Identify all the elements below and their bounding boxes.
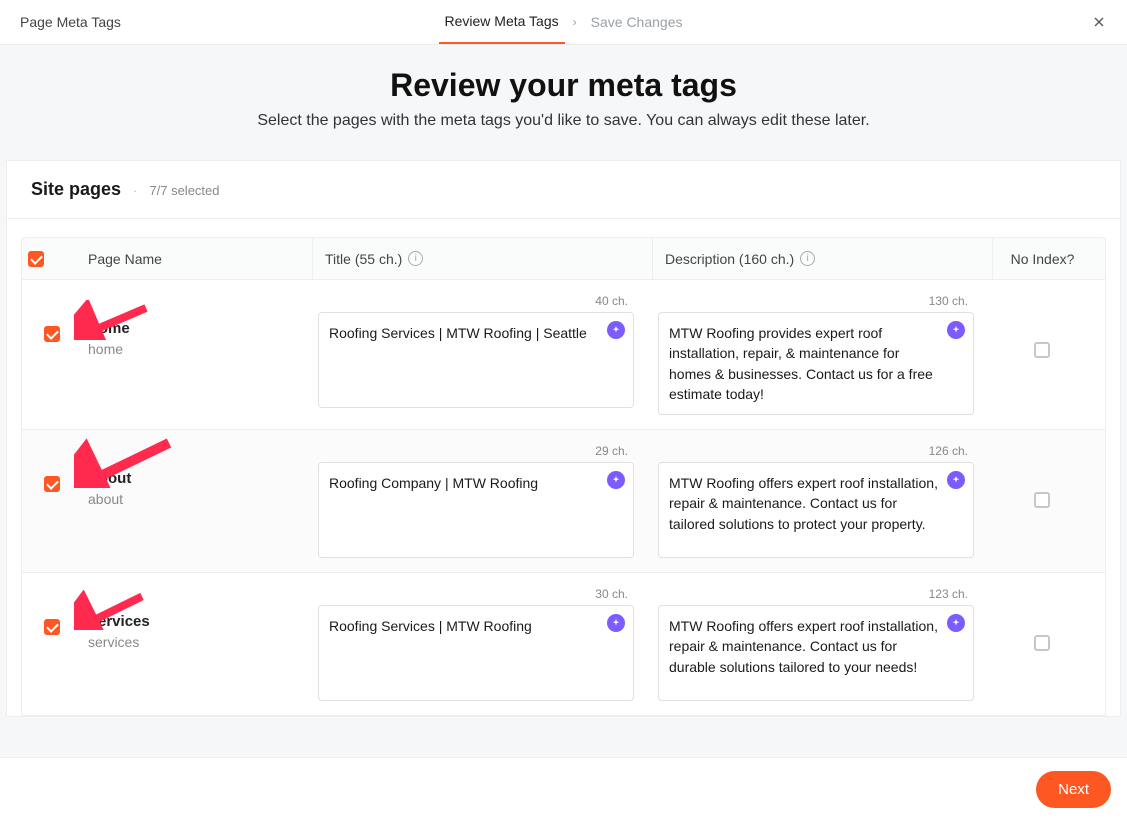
separator-dot: · xyxy=(133,183,137,198)
title-input[interactable]: Roofing Company | MTW Roofing xyxy=(318,462,634,558)
site-pages-card: Site pages · 7/7 selected Page Name Titl… xyxy=(6,160,1121,717)
title-text: Roofing Services | MTW Roofing xyxy=(329,618,532,634)
row-checkbox[interactable] xyxy=(44,476,60,492)
top-bar: Page Meta Tags Review Meta Tags › Save C… xyxy=(0,0,1127,45)
title-text: Roofing Services | MTW Roofing | Seattle xyxy=(329,325,587,341)
close-button[interactable] xyxy=(1089,12,1109,32)
row-checkbox[interactable] xyxy=(44,619,60,635)
card-header: Site pages · 7/7 selected xyxy=(7,161,1120,219)
title-char-count: 29 ch. xyxy=(318,444,634,458)
page-heading: Review your meta tags xyxy=(0,67,1127,104)
hero: Review your meta tags Select the pages w… xyxy=(0,45,1127,160)
title-text: Roofing Company | MTW Roofing xyxy=(329,475,538,491)
topbar-title: Page Meta Tags xyxy=(20,14,121,30)
ai-sparkle-icon[interactable] xyxy=(607,471,625,489)
ai-sparkle-icon[interactable] xyxy=(947,471,965,489)
breadcrumb-save[interactable]: Save Changes xyxy=(585,0,689,44)
description-input[interactable]: MTW Roofing offers expert roof installat… xyxy=(658,605,974,701)
desc-char-count: 126 ch. xyxy=(658,444,974,458)
col-header-check xyxy=(22,251,82,267)
title-input[interactable]: Roofing Services | MTW Roofing xyxy=(318,605,634,701)
page-name: Home xyxy=(88,320,306,337)
table-row: Home home 40 ch. Roofing Services | MTW … xyxy=(21,279,1106,429)
page-slug: home xyxy=(88,341,306,357)
desc-text: MTW Roofing offers expert roof installat… xyxy=(669,618,938,675)
close-icon xyxy=(1091,14,1107,30)
noindex-checkbox[interactable] xyxy=(1034,635,1050,651)
info-icon[interactable]: i xyxy=(408,251,423,266)
col-header-title-label: Title (55 ch.) xyxy=(325,251,402,267)
col-header-desc-label: Description (160 ch.) xyxy=(665,251,794,267)
page-name: Services xyxy=(88,613,306,630)
info-icon[interactable]: i xyxy=(800,251,815,266)
title-char-count: 40 ch. xyxy=(318,294,634,308)
desc-char-count: 123 ch. xyxy=(658,587,974,601)
breadcrumb: Review Meta Tags › Save Changes xyxy=(439,0,689,44)
page-slug: services xyxy=(88,634,306,650)
table-header-row: Page Name Title (55 ch.) i Description (… xyxy=(21,237,1106,279)
ai-sparkle-icon[interactable] xyxy=(947,321,965,339)
col-header-description: Description (160 ch.) i xyxy=(652,238,992,279)
col-header-noindex: No Index? xyxy=(992,238,1092,279)
footer-bar: Next xyxy=(0,757,1127,821)
col-header-title: Title (55 ch.) i xyxy=(312,238,652,279)
title-char-count: 30 ch. xyxy=(318,587,634,601)
chevron-right-icon: › xyxy=(573,15,577,29)
card-title: Site pages xyxy=(31,179,121,200)
select-all-checkbox[interactable] xyxy=(28,251,44,267)
row-checkbox[interactable] xyxy=(44,326,60,342)
page-name: About xyxy=(88,470,306,487)
description-input[interactable]: MTW Roofing provides expert roof install… xyxy=(658,312,974,415)
title-input[interactable]: Roofing Services | MTW Roofing | Seattle xyxy=(318,312,634,408)
ai-sparkle-icon[interactable] xyxy=(607,321,625,339)
table-row: About about 29 ch. Roofing Company | MTW… xyxy=(21,429,1106,572)
page-slug: about xyxy=(88,491,306,507)
ai-sparkle-icon[interactable] xyxy=(947,614,965,632)
table-row: Services services 30 ch. Roofing Service… xyxy=(21,572,1106,716)
page-subheading: Select the pages with the meta tags you'… xyxy=(0,112,1127,130)
col-header-page-name: Page Name xyxy=(82,251,312,267)
noindex-checkbox[interactable] xyxy=(1034,342,1050,358)
ai-sparkle-icon[interactable] xyxy=(607,614,625,632)
desc-char-count: 130 ch. xyxy=(658,294,974,308)
breadcrumb-review[interactable]: Review Meta Tags xyxy=(439,0,565,44)
next-button[interactable]: Next xyxy=(1036,771,1111,808)
desc-text: MTW Roofing provides expert roof install… xyxy=(669,325,933,402)
meta-table: Page Name Title (55 ch.) i Description (… xyxy=(7,219,1120,716)
selected-count: 7/7 selected xyxy=(149,183,219,198)
desc-text: MTW Roofing offers expert roof installat… xyxy=(669,475,938,532)
noindex-checkbox[interactable] xyxy=(1034,492,1050,508)
description-input[interactable]: MTW Roofing offers expert roof installat… xyxy=(658,462,974,558)
